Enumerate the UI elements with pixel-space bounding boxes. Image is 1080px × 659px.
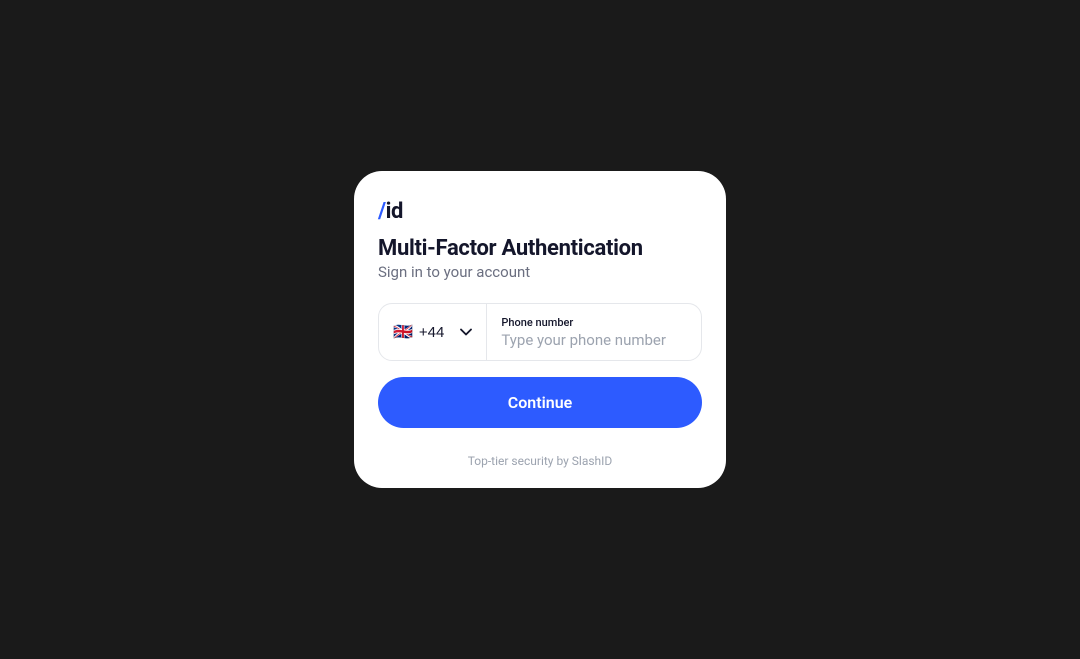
- dial-code: +44: [419, 324, 444, 341]
- footer-text: Top-tier security by SlashID: [378, 454, 702, 468]
- continue-button[interactable]: Continue: [378, 377, 702, 428]
- page-subtitle: Sign in to your account: [378, 263, 702, 281]
- phone-field-wrapper: Phone number: [487, 304, 701, 360]
- logo: /id: [378, 199, 702, 224]
- country-selector[interactable]: 🇬🇧 +44: [379, 304, 487, 360]
- page-title: Multi-Factor Authentication: [378, 236, 702, 261]
- chevron-down-icon: [460, 326, 472, 338]
- auth-card: /id Multi-Factor Authentication Sign in …: [354, 171, 726, 488]
- phone-input-group: 🇬🇧 +44 Phone number: [378, 303, 702, 361]
- phone-label: Phone number: [501, 316, 687, 329]
- logo-slash: /: [378, 199, 386, 224]
- phone-input[interactable]: [501, 331, 687, 349]
- logo-text: id: [386, 199, 403, 224]
- flag-icon: 🇬🇧: [393, 322, 413, 342]
